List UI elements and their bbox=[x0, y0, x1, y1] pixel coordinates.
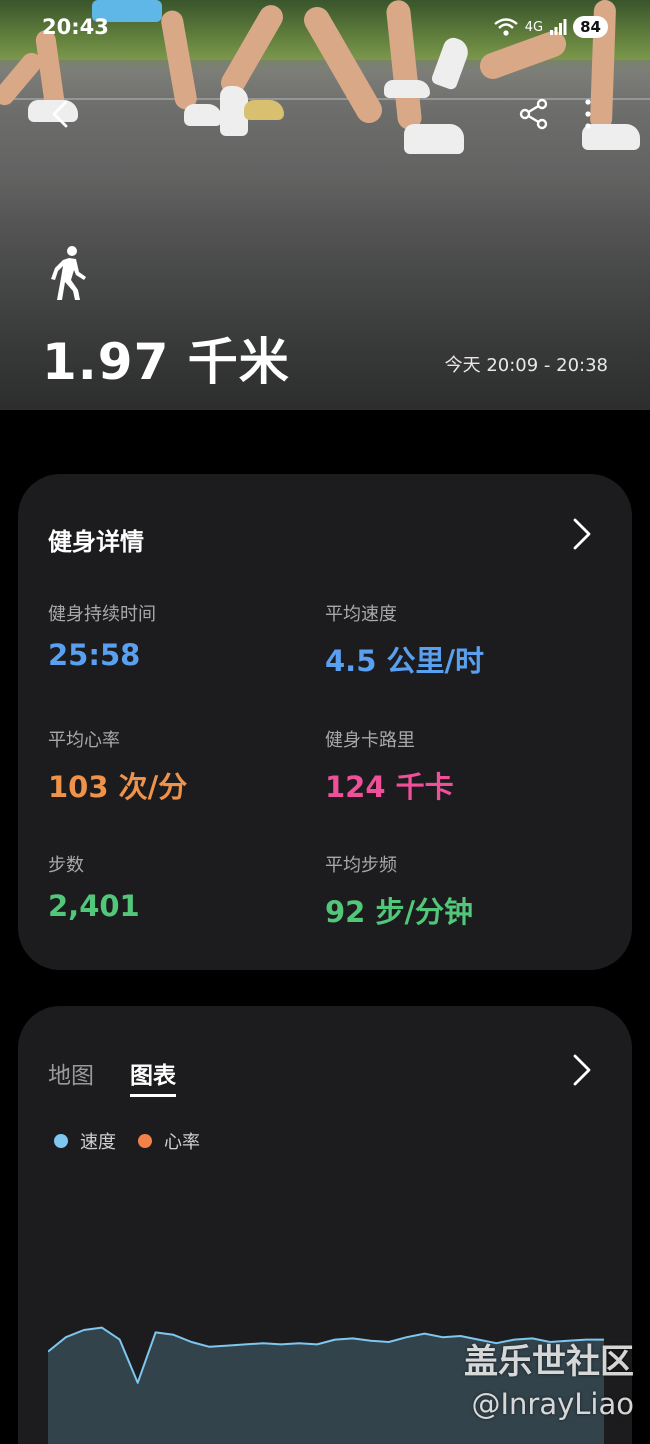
status-time: 20:43 bbox=[42, 15, 109, 39]
legend-label: 心率 bbox=[164, 1132, 200, 1153]
more-options-icon[interactable] bbox=[578, 96, 598, 132]
stat-value: 25:58 bbox=[48, 638, 141, 672]
stat-label: 健身持续时间 bbox=[48, 604, 156, 625]
stat-duration: 健身持续时间 25:58 bbox=[48, 600, 318, 672]
stat-calories: 健身卡路里 124 千卡 bbox=[325, 726, 595, 806]
watermark: 盖乐世社区 @InrayLiao bbox=[464, 1334, 634, 1421]
wifi-icon bbox=[494, 18, 518, 36]
stat-avg-cadence: 平均步频 92 步/分钟 bbox=[325, 851, 595, 931]
legend-label: 速度 bbox=[80, 1132, 116, 1153]
watermark-line-2: @InrayLiao bbox=[471, 1387, 634, 1421]
stat-label: 平均速度 bbox=[325, 604, 397, 625]
stat-avg-speed: 平均速度 4.5 公里/时 bbox=[325, 600, 595, 680]
status-bar: 20:43 4G 84 bbox=[42, 12, 608, 42]
back-arrow-icon[interactable] bbox=[42, 96, 78, 132]
watermark-line-1: 盖乐世社区 bbox=[464, 1342, 634, 1382]
signal-icon bbox=[550, 19, 567, 35]
legend-dot bbox=[54, 1134, 68, 1148]
chevron-right-icon[interactable] bbox=[571, 516, 593, 552]
tab-map[interactable]: 地图 bbox=[48, 1056, 94, 1097]
stat-value: 124 千卡 bbox=[325, 770, 454, 804]
runner-shoe bbox=[384, 80, 430, 98]
hero-photo-road-line bbox=[0, 98, 650, 100]
stat-value: 92 步/分钟 bbox=[325, 895, 474, 929]
stat-label: 步数 bbox=[48, 855, 84, 876]
walking-icon bbox=[51, 246, 86, 300]
network-type: 4G bbox=[524, 19, 544, 35]
legend-item-heart-rate: 心率 bbox=[138, 1128, 200, 1154]
stat-label: 健身卡路里 bbox=[325, 730, 415, 751]
stat-steps: 步数 2,401 bbox=[48, 851, 318, 923]
chart-legend: 速度 心率 bbox=[54, 1128, 200, 1154]
stat-value: 103 次/分 bbox=[48, 770, 188, 804]
legend-item-speed: 速度 bbox=[54, 1128, 116, 1154]
distance-value: 1.97 千米 bbox=[42, 333, 290, 391]
stat-value: 2,401 bbox=[48, 889, 140, 923]
stat-label: 平均步频 bbox=[325, 855, 397, 876]
legend-dot bbox=[138, 1134, 152, 1148]
stat-label: 平均心率 bbox=[48, 730, 120, 751]
hero-banner: 20:43 4G 84 1.97 千米 今天 20:09 - 20:38 bbox=[0, 0, 650, 410]
share-icon[interactable] bbox=[516, 96, 552, 132]
chevron-right-icon[interactable] bbox=[571, 1052, 593, 1088]
stat-avg-heart-rate: 平均心率 103 次/分 bbox=[48, 726, 318, 806]
tab-chart[interactable]: 图表 bbox=[130, 1056, 176, 1097]
details-title: 健身详情 bbox=[48, 528, 144, 556]
workout-time-range: 今天 20:09 - 20:38 bbox=[444, 355, 608, 376]
runner-shoe bbox=[244, 100, 284, 120]
runner-shoe bbox=[184, 104, 222, 126]
battery-indicator: 84 bbox=[573, 16, 608, 38]
runner-shoe bbox=[404, 124, 464, 154]
view-tabs: 地图 图表 bbox=[48, 1056, 176, 1097]
stat-value: 4.5 公里/时 bbox=[325, 644, 485, 678]
workout-details-card: 健身详情 健身持续时间 25:58 平均速度 4.5 公里/时 平均心率 103… bbox=[18, 474, 632, 970]
